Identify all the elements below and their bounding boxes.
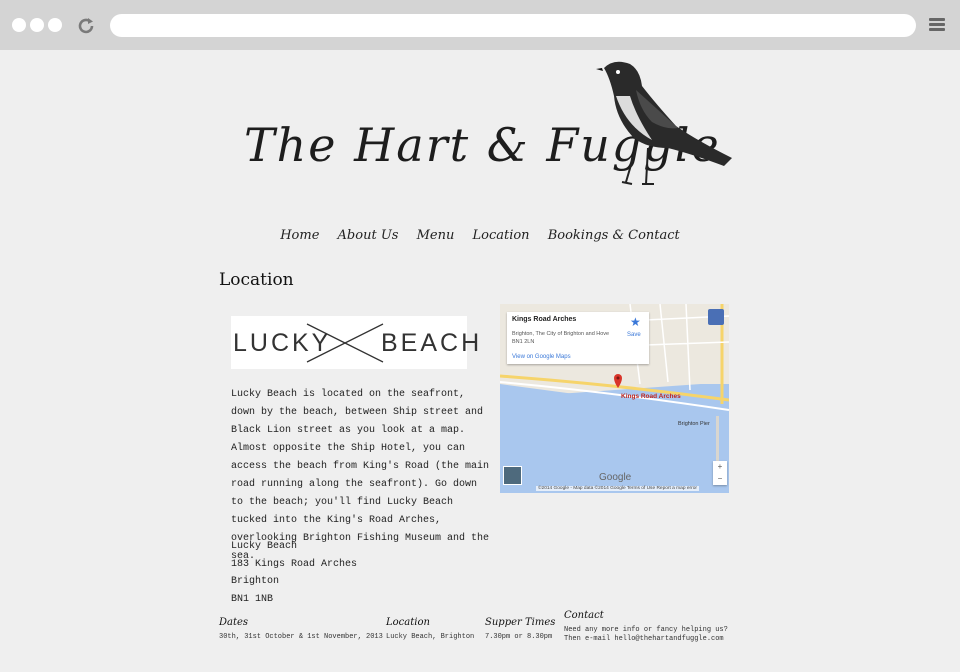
venue-logo: LUCKY BEACH — [231, 316, 479, 369]
map-attribution: ©2014 Google - Map data ©2014 Google Ter… — [536, 486, 699, 491]
window-dot-icon[interactable] — [48, 18, 62, 32]
nav-item-location[interactable]: Location — [472, 228, 529, 243]
footer-supper-times: Supper Times 7.30pm or 8.30pm — [485, 618, 555, 642]
main-nav: Home About Us Menu Location Bookings & C… — [0, 228, 960, 243]
star-icon[interactable]: ★ — [630, 315, 641, 329]
venue-logo-right: BEACH — [381, 329, 483, 357]
nav-item-home[interactable]: Home — [280, 228, 319, 243]
address-bar[interactable] — [110, 14, 916, 37]
address-line: 183 Kings Road Arches — [231, 558, 358, 570]
nav-item-menu[interactable]: Menu — [417, 228, 455, 243]
nav-item-bookings-contact[interactable]: Bookings & Contact — [548, 228, 680, 243]
address-line: Lucky Beach — [231, 541, 298, 552]
google-logo: Google — [599, 472, 632, 483]
footer-location-value: Lucky Beach, Brighton — [386, 633, 475, 641]
map-zoom-control[interactable]: + − — [713, 461, 727, 485]
map-pin-label: Kings Road Arches — [621, 393, 681, 400]
map-card-title: Kings Road Arches — [512, 316, 577, 323]
cross-icon — [306, 323, 384, 363]
window-dot-icon[interactable] — [30, 18, 44, 32]
footer-supper-heading: Supper Times — [485, 617, 556, 628]
footer-dates-heading: Dates — [219, 617, 249, 628]
footer-dates-value: 30th, 31st October & 1st November, 2013 — [219, 633, 383, 641]
zoom-out-button[interactable]: − — [713, 473, 727, 485]
address-block: Lucky Beach 183 Kings Road Arches Bright… — [231, 538, 357, 608]
window-dot-icon[interactable] — [12, 18, 26, 32]
street-view-icon[interactable] — [708, 309, 724, 325]
footer-location: Location Lucky Beach, Brighton — [386, 618, 474, 642]
page-title: Location — [219, 270, 294, 290]
zoom-in-button[interactable]: + — [713, 461, 727, 473]
nav-item-about-us[interactable]: About Us — [338, 228, 399, 243]
save-link[interactable]: Save — [627, 332, 641, 338]
footer-contact: Contact Need any more info or fancy help… — [564, 611, 728, 644]
hamburger-menu-icon[interactable] — [929, 18, 945, 32]
browser-chrome — [0, 0, 960, 50]
map-pier-label: Brighton Pier — [678, 421, 710, 427]
bird-illustration-icon — [596, 61, 732, 185]
footer-contact-heading: Contact — [564, 610, 604, 621]
footer-contact-email[interactable]: Then e-mail hello@thehartandfuggle.com — [564, 635, 728, 644]
footer-dates: Dates 30th, 31st October & 1st November,… — [219, 618, 383, 642]
map-card-address: Brighton, The City of Brighton and Hove … — [512, 331, 610, 345]
view-on-google-maps-link[interactable]: View on Google Maps — [512, 354, 571, 360]
footer-supper-value: 7.30pm or 8.30pm — [485, 633, 553, 641]
google-map[interactable]: Kings Road Arches Brighton, The City of … — [500, 304, 729, 493]
satellite-toggle[interactable] — [503, 466, 522, 485]
map-info-card: Kings Road Arches Brighton, The City of … — [507, 312, 649, 364]
address-line: Brighton — [231, 576, 280, 588]
footer-location-heading: Location — [386, 617, 430, 628]
address-line: BN1 1NB — [231, 593, 274, 605]
footer-contact-line: Need any more info or fancy helping us? — [564, 626, 728, 634]
reload-icon[interactable] — [76, 16, 96, 36]
